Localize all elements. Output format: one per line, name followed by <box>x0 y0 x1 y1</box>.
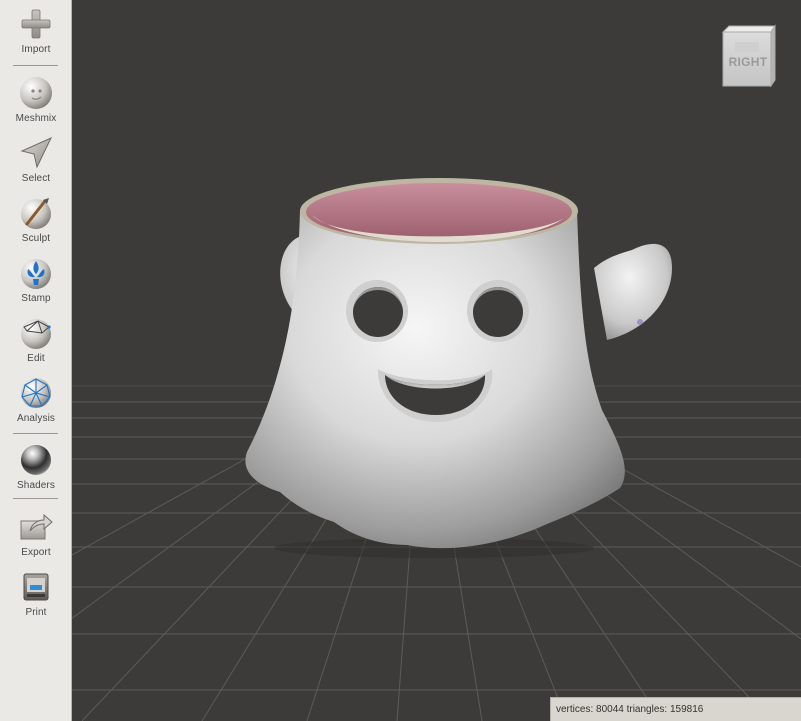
shaders-button[interactable]: Shaders <box>0 442 72 500</box>
print-button[interactable]: Print <box>0 569 72 627</box>
scene-canvas <box>72 178 801 721</box>
edit-label: Edit <box>27 353 45 364</box>
divider <box>13 433 58 434</box>
face-sphere-icon <box>20 77 52 109</box>
3d-viewport[interactable]: RIGHT <box>72 0 801 721</box>
printer-icon <box>23 573 49 601</box>
brush-sphere-icon <box>21 198 51 229</box>
import-button[interactable]: Import <box>0 6 72 64</box>
edit-button[interactable]: Edit <box>0 315 72 373</box>
export-label: Export <box>21 547 51 558</box>
stamp-label: Stamp <box>21 293 51 304</box>
analysis-button[interactable]: Analysis <box>0 375 72 433</box>
view-cube-label: RIGHT <box>728 55 768 69</box>
chrome-sphere-icon <box>21 445 51 475</box>
stamp-button[interactable]: Stamp <box>0 255 72 313</box>
select-label: Select <box>21 173 51 184</box>
fleur-sphere-icon <box>21 259 51 289</box>
wireframe-sphere-icon <box>21 319 51 349</box>
divider <box>13 65 58 66</box>
arrow-cursor-icon <box>20 136 53 169</box>
plus-icon <box>21 9 51 39</box>
export-arrow-icon <box>20 513 53 540</box>
print-label: Print <box>25 607 47 618</box>
tool-sidebar: Import Meshmix Select Sculpt Stamp Edit … <box>0 0 72 721</box>
shaders-label: Shaders <box>17 480 55 491</box>
ghost-model[interactable] <box>245 178 672 558</box>
meshmix-label: Meshmix <box>15 113 57 124</box>
sculpt-button[interactable]: Sculpt <box>0 195 72 253</box>
mesh-sphere-icon <box>21 378 51 408</box>
divider <box>13 498 58 499</box>
meshmix-button[interactable]: Meshmix <box>0 75 72 133</box>
view-cube[interactable]: RIGHT <box>719 24 777 90</box>
select-button[interactable]: Select <box>0 135 72 193</box>
mesh-stats: vertices: 80044 triangles: 159816 <box>550 697 801 721</box>
sculpt-label: Sculpt <box>21 233 51 244</box>
export-button[interactable]: Export <box>0 509 72 567</box>
analysis-label: Analysis <box>16 413 56 424</box>
import-label: Import <box>21 44 51 55</box>
